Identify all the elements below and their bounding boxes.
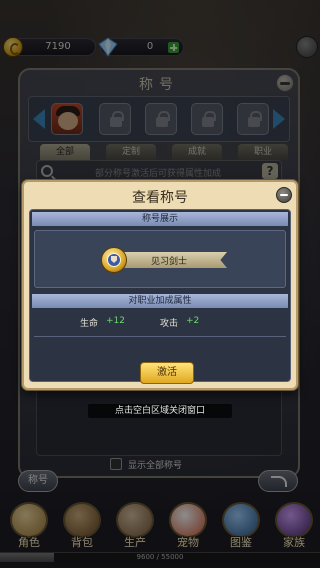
- modal-title: 查看称号: [132, 190, 188, 206]
- stat-label-hp: 生命: [80, 319, 99, 329]
- medal-icon: [101, 247, 127, 273]
- modal-close-button[interactable]: [276, 187, 292, 203]
- close-hint: 点击空白区域关闭窗口: [88, 404, 232, 418]
- title-badge: 见习剑士: [101, 247, 227, 273]
- shield-icon: [107, 253, 121, 267]
- stat-value-hp: +12: [106, 316, 125, 326]
- title-name: 见习剑士: [150, 257, 187, 267]
- divider: [34, 336, 286, 337]
- section-title-display: 称号展示: [32, 212, 288, 226]
- stat-label-attack: 攻击: [160, 319, 179, 329]
- stats-row: 生命 +12 攻击 +2: [30, 316, 290, 330]
- title-display-box: 见习剑士: [34, 230, 286, 288]
- view-title-modal: 查看称号 称号展示 见习剑士 对职业加成属性 生命 +12 攻击 +2 激活: [22, 180, 298, 390]
- modal-content: 称号展示 见习剑士 对职业加成属性 生命 +12 攻击 +2 激活: [29, 209, 291, 384]
- stat-value-attack: +2: [186, 316, 200, 326]
- activate-button[interactable]: 激活: [140, 362, 194, 384]
- section-attributes: 对职业加成属性: [32, 294, 288, 308]
